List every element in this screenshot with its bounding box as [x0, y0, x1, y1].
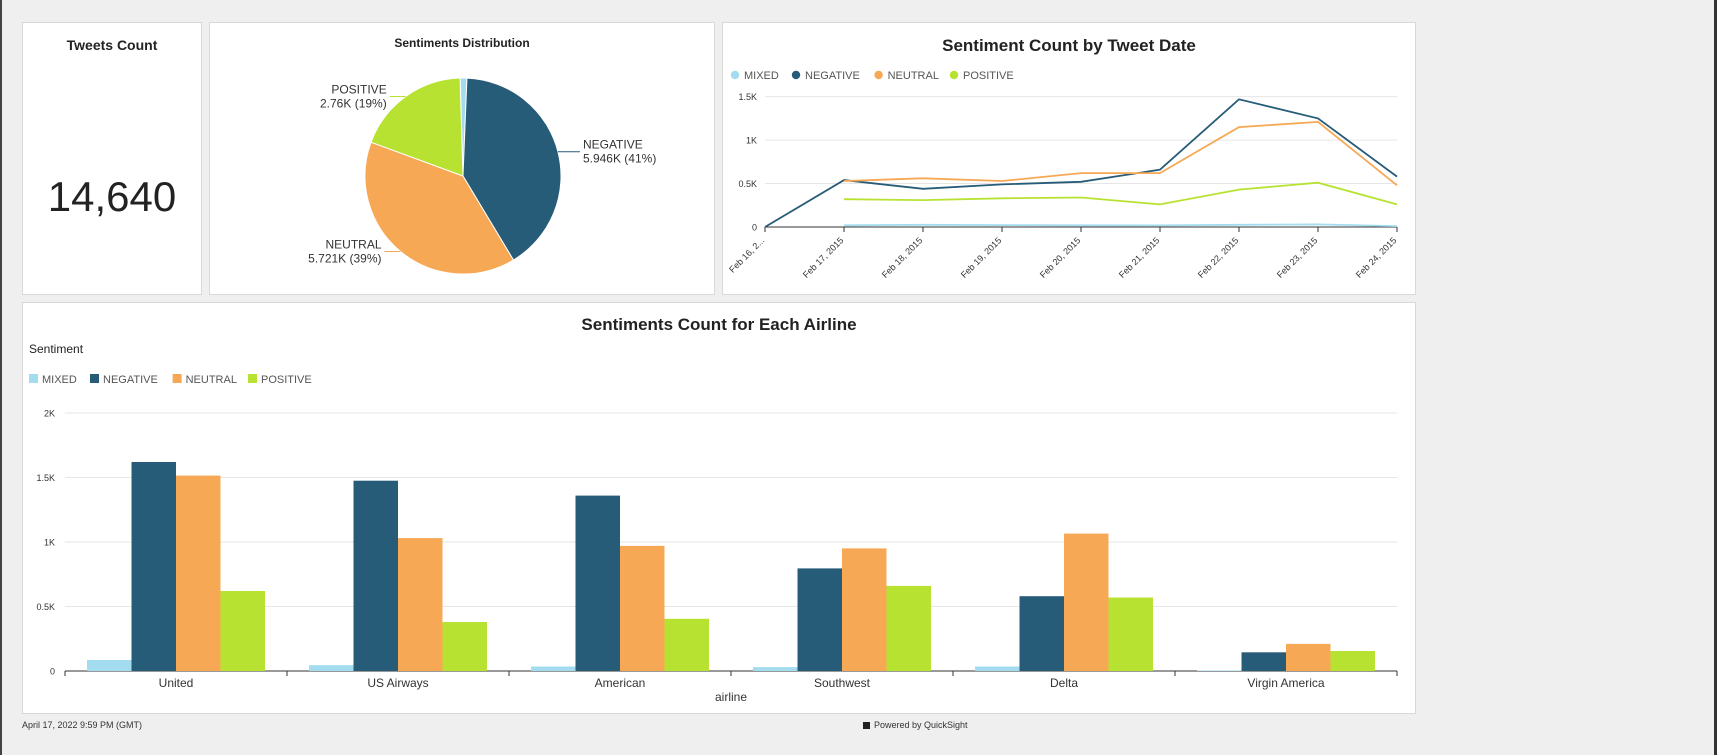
bar-ytick-label: 1K: [44, 538, 55, 548]
airline-sentiment-panel[interactable]: Sentiments Count for Each Airline Sentim…: [22, 302, 1416, 714]
bar-legend-marker-neutral: [172, 374, 182, 383]
line-legend-label-neutral: NEUTRAL: [888, 70, 939, 82]
bar-ytick-label: 2K: [44, 409, 55, 419]
bar-delta-neutral: [1064, 533, 1109, 671]
footer-powered-by[interactable]: Powered by QuickSight: [863, 720, 968, 730]
bar-american-positive: [664, 618, 709, 671]
line-xtick-label: Feb 24, 2015: [1354, 235, 1399, 280]
line-legend-marker-positive: [949, 70, 959, 80]
line-legend-label-negative: NEGATIVE: [805, 70, 860, 82]
bar-united-positive: [220, 591, 265, 671]
line-ytick-label: 0: [752, 223, 757, 233]
bar-chart: Sentiment MIXED NEGATIVE NEUTRAL POSITIVE 0 0.…: [29, 342, 1398, 704]
line-chart: MIXED NEGATIVE NEUTRAL POSITIVE 0 0.5K 1K 1.5K F…: [727, 70, 1399, 280]
line-ytick-label: 1.5K: [738, 92, 757, 102]
bar-virgin-america-negative: [1241, 652, 1286, 671]
bar-ytick-label: 0.5K: [36, 602, 55, 612]
line-xtick-label: Feb 22, 2015: [1196, 235, 1241, 280]
bar-category-label: US Airways: [367, 676, 428, 690]
line-xtick-label: Feb 18, 2015: [880, 235, 925, 280]
line-xtick-label: Feb 20, 2015: [1038, 235, 1083, 280]
line-series-negative: [764, 98, 1398, 228]
bar-southwest-positive: [886, 585, 931, 671]
bar-united-neutral: [176, 475, 221, 671]
pie-value-negative: 5.946K (41%): [583, 152, 656, 166]
line-xtick-label: Feb 16, 2...: [727, 235, 766, 274]
bar-legend-label-positive: POSITIVE: [261, 374, 312, 386]
window-border-left: [0, 0, 2, 755]
line-legend-marker-mixed: [730, 70, 740, 80]
bar-legend-label-neutral: NEUTRAL: [186, 374, 237, 386]
bar-united-mixed: [87, 660, 132, 671]
tweets-count-panel[interactable]: Tweets Count 14,640: [22, 22, 202, 295]
line-legend-marker-neutral: [874, 70, 883, 80]
bar-delta-positive: [1108, 597, 1153, 671]
pie-label-neutral: NEUTRAL: [326, 238, 382, 252]
bar-delta-mixed: [975, 666, 1020, 671]
pie-value-neutral: 5.721K (39%): [308, 252, 381, 266]
pie-value-positive: 2.76K (19%): [320, 96, 387, 110]
sentiment-by-date-panel[interactable]: Sentiment Count by Tweet Date MIXED NEGAT…: [722, 22, 1416, 295]
bar-legend-marker-mixed: [29, 374, 38, 383]
bar-virgin-america-neutral: [1286, 643, 1331, 671]
quicksight-icon: [863, 722, 870, 729]
line-legend-label-positive: POSITIVE: [963, 70, 1014, 82]
line-legend-label-mixed: MIXED: [744, 70, 779, 82]
bar-southwest-negative: [797, 568, 842, 671]
bar-ytick-label: 0: [50, 667, 55, 677]
pie-label-negative: NEGATIVE: [583, 138, 643, 152]
line-xtick-label: Feb 17, 2015: [801, 235, 846, 280]
footer-timestamp: April 17, 2022 9:59 PM (GMT): [22, 720, 143, 730]
bar-american-neutral: [620, 545, 665, 671]
kpi-value: 14,640: [47, 173, 177, 220]
bar-us-airways-mixed: [309, 665, 354, 671]
bar-american-mixed: [531, 666, 576, 671]
bar-legend-marker-negative: [90, 374, 99, 383]
bar-legend-marker-positive: [248, 374, 257, 383]
line-ytick-label: 1K: [746, 136, 757, 146]
bar-virgin-america-mixed: [1197, 670, 1242, 671]
bar-american-negative: [575, 495, 620, 671]
line-legend-marker-negative: [791, 70, 801, 80]
bar-united-negative: [131, 462, 176, 671]
bar-us-airways-positive: [442, 622, 487, 671]
bar-southwest-neutral: [842, 548, 887, 671]
line-series-positive: [843, 181, 1398, 206]
bar-legend-title: Sentiment: [29, 342, 84, 356]
pie-chart: NEGATIVE5.946K (41%) NEUTRAL5.721K (39%) P…: [308, 77, 656, 275]
bar-category-label: Delta: [1050, 676, 1078, 690]
bar-southwest-mixed: [753, 667, 798, 671]
bar-virgin-america-positive: [1330, 651, 1375, 671]
pie-label-positive: POSITIVE: [331, 82, 386, 96]
bar-x-axis-title: airline: [715, 690, 747, 704]
line-xtick-label: Feb 21, 2015: [1117, 235, 1162, 280]
line-xtick-label: Feb 19, 2015: [959, 235, 1004, 280]
bar-us-airways-neutral: [398, 538, 443, 671]
bar-legend-label-mixed: MIXED: [42, 374, 77, 386]
line-xtick-label: Feb 23, 2015: [1275, 235, 1320, 280]
bar-category-label: Southwest: [814, 676, 871, 690]
line-series-mixed: [843, 223, 1398, 227]
sentiments-distribution-panel[interactable]: Sentiments Distribution NEGATIVE 5.946K (…: [209, 22, 715, 295]
bar-category-label: Virgin America: [1247, 676, 1324, 690]
kpi-title: Tweets Count: [66, 37, 158, 53]
bar-category-label: United: [159, 676, 194, 690]
bar-category-label: American: [595, 676, 646, 690]
powered-by-label: Powered by QuickSight: [874, 720, 968, 730]
bar-us-airways-negative: [353, 480, 398, 671]
bar-delta-negative: [1019, 596, 1064, 671]
line-ytick-label: 0.5K: [738, 179, 757, 189]
bar-legend-label-negative: NEGATIVE: [103, 374, 158, 386]
bar-ytick-label: 1.5K: [36, 473, 55, 483]
